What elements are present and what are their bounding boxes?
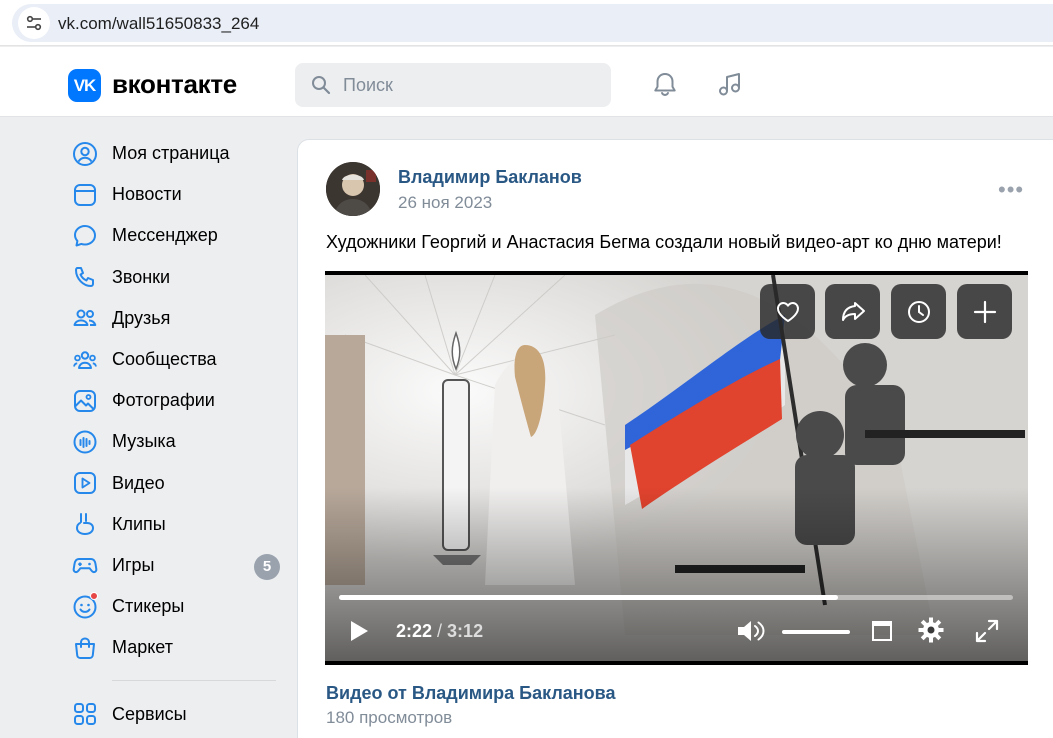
clock-icon (907, 300, 930, 323)
sidebar-item-label: Новости (112, 184, 182, 205)
search-input[interactable] (343, 73, 593, 97)
sidebar-item-label: Маркет (112, 637, 173, 658)
smile-icon (72, 591, 98, 620)
sidebar-item-label: Стикеры (112, 596, 185, 617)
fullscreen-button[interactable] (973, 617, 1001, 645)
sidebar-item-services[interactable]: Сервисы (62, 693, 284, 734)
video-player[interactable]: 2:22 / 3:12 (325, 271, 1028, 665)
clips-icon (72, 511, 98, 537)
logo-text[interactable]: вконтакте (112, 69, 237, 100)
plus-icon (973, 300, 996, 323)
post-date[interactable]: 26 ноя 2023 (398, 193, 492, 213)
fullscreen-icon (975, 619, 999, 643)
music-icon (72, 429, 98, 455)
sidebar-item-photos[interactable]: Фотографии (62, 380, 284, 421)
like-video-button[interactable] (760, 284, 815, 339)
video-title-link[interactable]: Видео от Владимира Бакланова (326, 683, 616, 704)
current-time: 2:22 (396, 621, 433, 641)
photo-icon (72, 388, 98, 414)
user-circle-icon (72, 141, 98, 167)
total-time: 3:12 (447, 621, 484, 641)
sidebar-item-label: Моя страница (112, 143, 230, 164)
video-progress-bar[interactable] (339, 595, 1013, 600)
video-icon (72, 470, 98, 496)
sidebar-item-calls[interactable]: Звонки (62, 257, 284, 298)
news-icon (72, 182, 98, 208)
sidebar-item-label: Музыка (112, 431, 176, 452)
sidebar-item-video[interactable]: Видео (62, 463, 284, 504)
sidebar-item-label: Фотографии (112, 390, 215, 411)
music-note-icon[interactable] (713, 67, 747, 101)
wall-post: Владимир Бакланов 26 ноя 2023 ••• Художн… (297, 139, 1053, 738)
site-header: VK вконтакте (0, 47, 1053, 117)
share-icon (841, 301, 865, 321)
sidebar-item-label: Звонки (112, 266, 171, 287)
tune-icon[interactable] (18, 7, 50, 39)
sidebar-item-stickers[interactable]: Стикеры (62, 586, 284, 627)
sidebar-item-communities[interactable]: Сообщества (62, 339, 284, 380)
author-avatar[interactable] (326, 162, 380, 216)
sidebar-item-label: Клипы (112, 513, 166, 534)
communities-icon (72, 347, 98, 373)
video-views-count: 180 просмотров (326, 708, 453, 727)
volume-icon (738, 621, 765, 641)
sidebar-item-label: Игры (112, 554, 155, 575)
gear-icon (918, 617, 944, 643)
play-button[interactable] (345, 617, 373, 645)
add-video-button[interactable] (957, 284, 1012, 339)
video-progress-fill (339, 595, 838, 600)
sidebar-item-label: Сервисы (112, 703, 187, 724)
browser-address-bar: vk.com/wall51650833_264 (0, 0, 1053, 46)
sidebar-item-label: Видео (112, 472, 165, 493)
play-icon (351, 621, 368, 641)
games-count-badge: 5 (254, 553, 280, 580)
bell-icon[interactable] (648, 67, 682, 101)
sidebar-item-news[interactable]: Новости (62, 174, 284, 215)
sidebar-item-my-page[interactable]: Моя страница (62, 133, 284, 174)
window-icon (872, 621, 892, 641)
sidebar-item-music[interactable]: Музыка (62, 421, 284, 462)
mini-player-button[interactable] (870, 618, 894, 644)
apps-grid-icon (72, 701, 98, 727)
friends-icon (72, 305, 98, 331)
sidebar-item-games[interactable]: Игры 5 (62, 545, 284, 586)
heart-icon (776, 301, 799, 322)
sidebar-divider (112, 680, 276, 682)
author-name-link[interactable]: Владимир Бакланов (398, 167, 582, 188)
watch-later-button[interactable] (891, 284, 946, 339)
address-field[interactable]: vk.com/wall51650833_264 (12, 4, 1053, 42)
left-sidebar: Моя страница Новости Мессенджер Звонки Д… (62, 133, 284, 735)
sidebar-item-market[interactable]: Маркет (62, 627, 284, 668)
sidebar-item-friends[interactable]: Друзья (62, 298, 284, 339)
more-options-icon[interactable]: ••• (998, 179, 1024, 201)
vk-logo-icon[interactable]: VK (68, 69, 101, 102)
post-text: Художники Георгий и Анастасия Бегма созд… (326, 232, 1002, 252)
sidebar-item-messenger[interactable]: Мессенджер (62, 215, 284, 256)
search-icon (312, 76, 331, 95)
url-text[interactable]: vk.com/wall51650833_264 (58, 14, 259, 34)
bag-icon (72, 635, 98, 661)
video-time: 2:22 / 3:12 (396, 621, 483, 642)
settings-button[interactable] (916, 615, 946, 645)
sidebar-item-label: Мессенджер (112, 225, 218, 246)
phone-icon (72, 264, 98, 290)
time-separator: / (432, 621, 448, 641)
sidebar-item-label: Сообщества (112, 349, 217, 370)
volume-slider[interactable] (782, 630, 850, 634)
search-box[interactable] (295, 63, 611, 107)
sidebar-item-clips[interactable]: Клипы (62, 504, 284, 545)
sidebar-item-label: Друзья (112, 307, 171, 328)
gamepad-icon (72, 552, 98, 578)
share-video-button[interactable] (825, 284, 880, 339)
message-bubble-icon (72, 223, 98, 249)
volume-button[interactable] (734, 616, 768, 646)
new-indicator-dot (90, 591, 98, 600)
